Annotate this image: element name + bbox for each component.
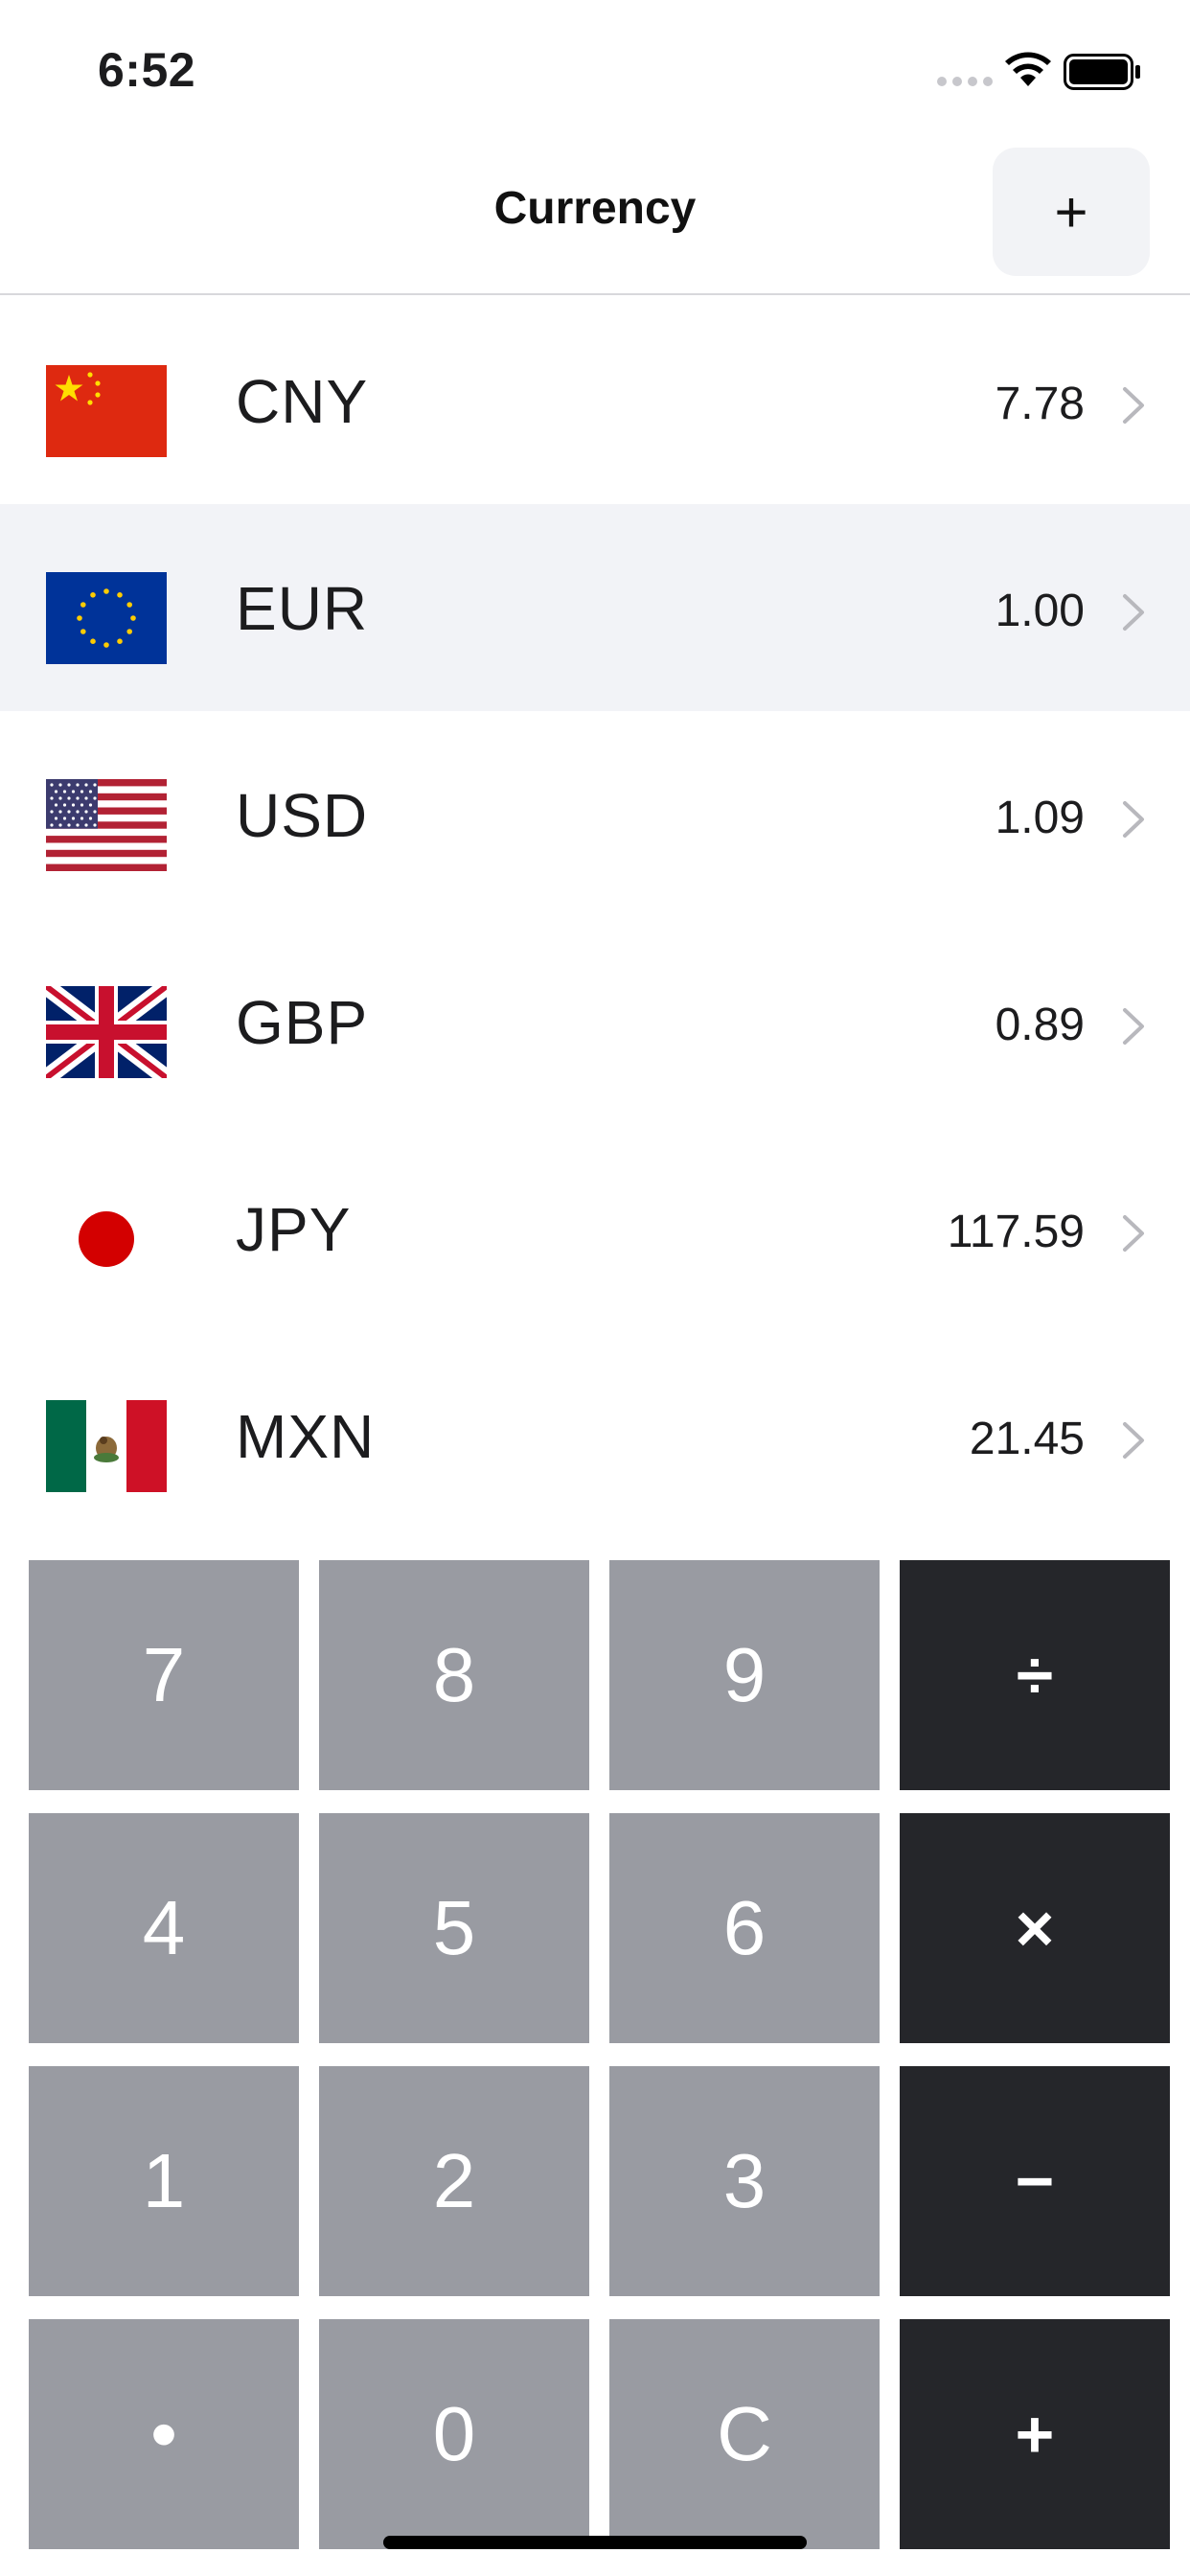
uk-flag-icon — [46, 986, 167, 1078]
key-4[interactable]: 4 — [29, 1813, 299, 2043]
eu-flag-icon — [46, 572, 167, 664]
currency-code: EUR — [236, 574, 369, 643]
currency-rate: 7.78 — [995, 379, 1085, 429]
chevron-right-icon — [1123, 801, 1144, 838]
japan-flag-icon — [46, 1193, 167, 1285]
currency-row-gbp[interactable]: GBP 0.89 — [0, 918, 1190, 1125]
cellular-signal-icon — [937, 77, 993, 86]
key-add[interactable]: + — [900, 2319, 1170, 2549]
currency-rate: 1.00 — [995, 586, 1085, 636]
status-time: 6:52 — [98, 43, 196, 97]
key-3[interactable]: 3 — [609, 2066, 880, 2296]
currency-code: GBP — [236, 988, 369, 1057]
currency-row-jpy[interactable]: JPY 117.59 — [0, 1125, 1190, 1332]
currency-row-usd[interactable]: USD 1.09 — [0, 711, 1190, 918]
currency-row-mxn[interactable]: MXN 21.45 — [0, 1332, 1190, 1539]
wifi-icon — [1005, 52, 1051, 86]
key-5[interactable]: 5 — [319, 1813, 589, 2043]
chevron-right-icon — [1123, 1008, 1144, 1045]
battery-icon — [1064, 54, 1140, 90]
key-0[interactable]: 0 — [319, 2319, 589, 2549]
add-currency-button[interactable]: + — [993, 148, 1150, 276]
key-1[interactable]: 1 — [29, 2066, 299, 2296]
status-bar: 6:52 — [0, 0, 1190, 144]
mexico-flag-icon — [46, 1400, 167, 1492]
key-8[interactable]: 8 — [319, 1560, 589, 1790]
key-subtract[interactable]: − — [900, 2066, 1170, 2296]
key-2[interactable]: 2 — [319, 2066, 589, 2296]
chevron-right-icon — [1123, 387, 1144, 424]
key-multiply[interactable]: × — [900, 1813, 1170, 2043]
currency-code: CNY — [236, 367, 369, 436]
home-indicator[interactable] — [383, 2536, 807, 2549]
chevron-right-icon — [1123, 1422, 1144, 1459]
currency-rate: 1.09 — [995, 793, 1085, 843]
currency-screen: 6:52 Currency + CNY 7.78 EUR 1.00 USD 1.… — [0, 0, 1190, 2576]
key-9[interactable]: 9 — [609, 1560, 880, 1790]
currency-row-cny[interactable]: CNY 7.78 — [0, 297, 1190, 504]
key-7[interactable]: 7 — [29, 1560, 299, 1790]
currency-code: USD — [236, 781, 369, 850]
key-6[interactable]: 6 — [609, 1813, 880, 2043]
navigation-bar: Currency + — [0, 144, 1190, 295]
key-divide[interactable]: ÷ — [900, 1560, 1170, 1790]
chevron-right-icon — [1123, 594, 1144, 631]
currency-code: MXN — [236, 1402, 376, 1471]
usa-flag-icon — [46, 779, 167, 871]
currency-row-eur[interactable]: EUR 1.00 — [0, 504, 1190, 711]
currency-rate: 117.59 — [947, 1207, 1085, 1257]
currency-rate: 0.89 — [995, 1000, 1085, 1050]
currency-list: CNY 7.78 EUR 1.00 USD 1.09 GBP 0.89 JPY … — [0, 297, 1190, 1539]
key-clear[interactable]: C — [609, 2319, 880, 2549]
china-flag-icon — [46, 365, 167, 457]
currency-code: JPY — [236, 1195, 352, 1264]
currency-rate: 21.45 — [969, 1414, 1085, 1464]
key-decimal[interactable]: • — [29, 2319, 299, 2549]
chevron-right-icon — [1123, 1215, 1144, 1252]
